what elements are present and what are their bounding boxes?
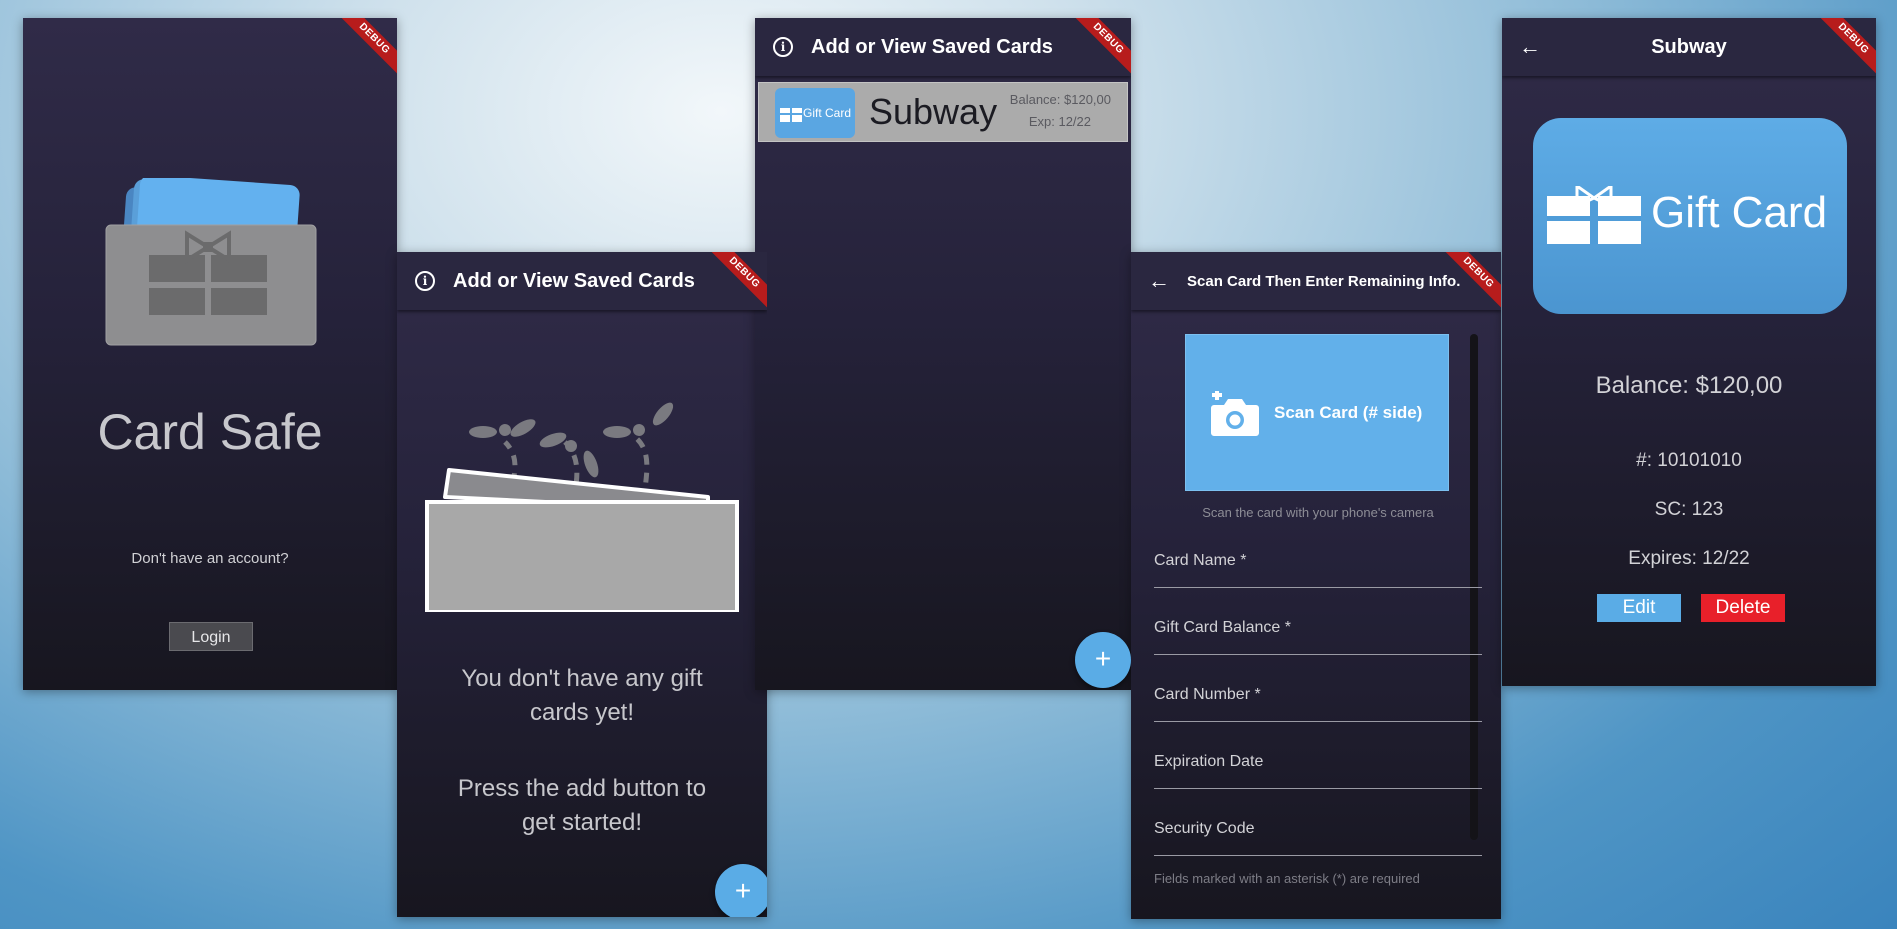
empty-message: You don't have any gift cards yet! <box>461 665 703 726</box>
expiration-date-field[interactable]: Expiration Date <box>1154 743 1482 789</box>
camera-add-icon <box>1211 391 1259 436</box>
gift-icon <box>1547 186 1641 244</box>
security-code-text: SC: 123 <box>1654 499 1724 520</box>
add-icon: + <box>734 875 752 906</box>
hint-message: Press the add button to get started! <box>457 775 707 836</box>
card-thumbnail: Gift Card <box>775 88 855 138</box>
app-bar: i Add or View Saved Cards <box>755 18 1131 76</box>
card-list-screen: DEBUG i Add or View Saved Cards Gift Car… <box>755 18 1131 690</box>
wallet-icon <box>425 402 739 612</box>
gift-card-balance-field[interactable]: Gift Card Balance * <box>1154 609 1482 655</box>
page-title: Add or View Saved Cards <box>811 35 1053 58</box>
back-arrow-icon[interactable]: ← <box>1148 270 1170 292</box>
card-number-field[interactable]: Card Number * <box>1154 676 1482 722</box>
info-icon[interactable]: i <box>773 37 793 57</box>
card-balance: Balance: $120,00 <box>1009 92 1111 107</box>
cards-icon <box>105 178 317 346</box>
card-name-field[interactable]: Card Name * <box>1154 542 1482 588</box>
app-bar: ← Scan Card Then Enter Remaining Info. <box>1131 252 1501 310</box>
card-name: Subway <box>869 91 998 132</box>
add-card-screen: DEBUG ← Scan Card Then Enter Remaining I… <box>1131 252 1501 919</box>
login-screen: DEBUG Card Safe Don't have an account? L… <box>23 18 397 690</box>
gift-card-image: Gift Card <box>1533 118 1847 314</box>
debug-banner: DEBUG <box>332 18 397 81</box>
gift-icon <box>780 108 802 122</box>
gift-card-label: Gift Card <box>1651 188 1828 237</box>
no-account-text: Don't have an account? <box>131 550 289 567</box>
delete-button[interactable]: Delete <box>1701 594 1785 622</box>
security-code-field[interactable]: Security Code <box>1154 810 1482 856</box>
add-icon: + <box>1094 643 1112 674</box>
page-title: Scan Card Then Enter Remaining Info. <box>1187 272 1461 290</box>
info-icon[interactable]: i <box>415 271 435 291</box>
app-bar: ← Subway <box>1502 18 1876 76</box>
page-title: Subway <box>1651 35 1727 58</box>
card-list-item[interactable]: Gift Card Subway Balance: $120,00 Exp: 1… <box>758 82 1128 142</box>
card-expiry: Exp: 12/22 <box>1028 114 1091 129</box>
required-note: Fields marked with an asterisk (*) are r… <box>1154 871 1420 886</box>
login-button[interactable]: Login <box>169 622 253 651</box>
edit-button[interactable]: Edit <box>1597 594 1681 622</box>
expires-text: Expires: 12/22 <box>1628 548 1750 569</box>
card-thumbnail-label: Gift Card <box>802 106 851 120</box>
balance-text: Balance: $120,00 <box>1595 372 1783 399</box>
page-title: Add or View Saved Cards <box>453 269 695 292</box>
card-detail-screen: DEBUG ← Subway Gift Card Balance: $120,0… <box>1502 18 1876 686</box>
app-title: Card Safe <box>97 404 323 460</box>
card-number-text: #: 10101010 <box>1636 450 1742 471</box>
empty-cards-screen: DEBUG i Add or View Saved Cards You don'… <box>397 252 767 917</box>
add-card-fab[interactable]: + <box>715 864 767 917</box>
scan-hint: Scan the card with your phone's camera <box>1202 505 1434 520</box>
back-arrow-icon[interactable]: ← <box>1519 36 1541 58</box>
app-bar: i Add or View Saved Cards <box>397 252 767 310</box>
scan-card-label: Scan Card (# side) <box>1274 403 1423 422</box>
scan-card-button[interactable]: Scan Card (# side) <box>1185 334 1449 491</box>
add-card-fab[interactable]: + <box>1075 632 1131 688</box>
